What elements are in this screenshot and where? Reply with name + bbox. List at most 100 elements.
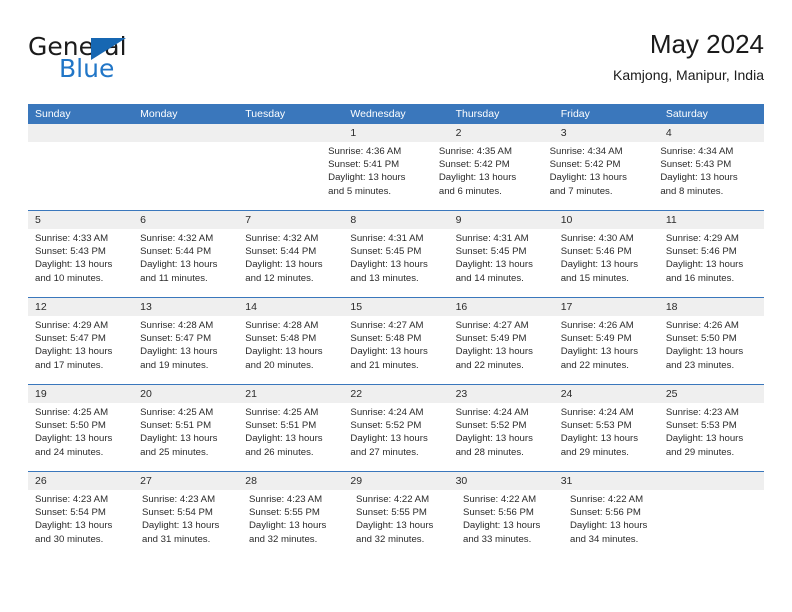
day-number[interactable]: 11 <box>659 211 764 229</box>
day-cell[interactable]: Sunrise: 4:24 AM Sunset: 5:52 PM Daylight:… <box>449 403 554 471</box>
day-number[interactable]: 21 <box>238 385 343 403</box>
day-number[interactable]: 31 <box>554 472 659 490</box>
day-daylight-line2-text: and 26 minutes. <box>245 446 314 458</box>
day-cell[interactable]: Sunrise: 4:27 AM Sunset: 5:48 PM Daylight:… <box>343 316 448 384</box>
day-cell[interactable]: Sunrise: 4:28 AM Sunset: 5:47 PM Daylight:… <box>133 316 238 384</box>
day-sunset-text: Sunset: 5:52 PM <box>350 420 422 432</box>
day-number[interactable]: 12 <box>28 298 133 316</box>
day-number[interactable]: 17 <box>554 298 659 316</box>
day-number[interactable]: 10 <box>554 211 659 229</box>
day-sunset-text: Sunset: 5:55 PM <box>356 507 427 519</box>
day-number[interactable]: 7 <box>238 211 343 229</box>
day-sunrise-text: Sunrise: 4:26 AM <box>665 320 739 331</box>
day-cell[interactable]: Sunrise: 4:22 AM Sunset: 5:55 PM Daylight:… <box>349 490 456 558</box>
day-cell[interactable]: Sunrise: 4:33 AM Sunset: 5:43 PM Daylight:… <box>28 229 133 297</box>
day-daylight-line2-text: and 11 minutes. <box>140 272 208 284</box>
day-number[interactable]: 22 <box>343 385 448 403</box>
day-number[interactable]: 27 <box>133 472 238 490</box>
day-number[interactable]: 13 <box>133 298 238 316</box>
day-number[interactable]: 23 <box>449 385 554 403</box>
day-daylight-line2-text: and 23 minutes. <box>665 359 735 371</box>
day-cell[interactable]: Sunrise: 4:24 AM Sunset: 5:53 PM Daylight:… <box>554 403 659 471</box>
day-sunrise-text: Sunrise: 4:24 AM <box>560 407 634 418</box>
day-sunset-text: Sunset: 5:43 PM <box>35 246 106 258</box>
day-cell[interactable]: Sunrise: 4:23 AM Sunset: 5:53 PM Daylight:… <box>659 403 764 471</box>
day-sunset-text: Sunset: 5:47 PM <box>140 333 212 345</box>
day-number[interactable]: 9 <box>449 211 554 229</box>
day-cell[interactable]: Sunrise: 4:30 AM Sunset: 5:46 PM Daylight:… <box>554 229 659 297</box>
general-blue-logo[interactable]: General Blue <box>28 34 228 90</box>
day-cell[interactable]: Sunrise: 4:26 AM Sunset: 5:49 PM Daylight:… <box>554 316 659 384</box>
day-sunset-text: Sunset: 5:48 PM <box>245 333 317 345</box>
day-cell[interactable]: Sunrise: 4:23 AM Sunset: 5:55 PM Daylight:… <box>242 490 349 558</box>
day-cell[interactable]: Sunrise: 4:23 AM Sunset: 5:54 PM Daylight:… <box>28 490 135 558</box>
day-cell[interactable]: Sunrise: 4:29 AM Sunset: 5:47 PM Daylight:… <box>28 316 133 384</box>
week-detail-strip: Sunrise: 4:25 AM Sunset: 5:50 PM Daylight:… <box>28 403 764 471</box>
day-cell-empty <box>126 142 224 210</box>
day-sunrise-text: Sunrise: 4:31 AM <box>350 233 424 244</box>
day-sunset-text: Sunset: 5:54 PM <box>142 507 213 519</box>
day-cell[interactable]: Sunrise: 4:34 AM Sunset: 5:42 PM Daylight:… <box>543 142 654 210</box>
day-sunset-text: Sunset: 5:44 PM <box>140 246 212 258</box>
day-cell[interactable]: Sunrise: 4:22 AM Sunset: 5:56 PM Daylight:… <box>456 490 563 558</box>
day-number[interactable]: 3 <box>554 124 659 142</box>
day-daylight-line1-text: Daylight: 13 hours <box>245 259 323 271</box>
day-number[interactable]: 26 <box>28 472 133 490</box>
day-daylight-line2-text: and 22 minutes. <box>455 359 524 371</box>
day-number[interactable]: 4 <box>659 124 764 142</box>
day-number[interactable]: 2 <box>449 124 554 142</box>
day-sunrise-text: Sunrise: 4:24 AM <box>350 407 424 418</box>
day-number[interactable]: 18 <box>659 298 764 316</box>
day-number[interactable]: 16 <box>449 298 554 316</box>
day-sunset-text: Sunset: 5:47 PM <box>35 333 106 345</box>
day-number[interactable]: 14 <box>238 298 343 316</box>
day-daylight-line2-text: and 17 minutes. <box>35 359 104 371</box>
day-daylight-line1-text: Daylight: 13 hours <box>665 433 744 445</box>
day-number[interactable]: 29 <box>343 472 448 490</box>
day-number-empty <box>28 124 133 142</box>
day-cell[interactable]: Sunrise: 4:36 AM Sunset: 5:41 PM Daylight:… <box>321 142 432 210</box>
day-number[interactable]: 30 <box>449 472 554 490</box>
day-number[interactable]: 5 <box>28 211 133 229</box>
day-cell[interactable]: Sunrise: 4:24 AM Sunset: 5:52 PM Daylight:… <box>343 403 448 471</box>
day-sunset-text: Sunset: 5:51 PM <box>245 420 317 432</box>
day-cell[interactable]: Sunrise: 4:29 AM Sunset: 5:46 PM Daylight:… <box>659 229 764 297</box>
day-number[interactable]: 24 <box>554 385 659 403</box>
day-number[interactable]: 15 <box>343 298 448 316</box>
day-daylight-line1-text: Daylight: 13 hours <box>665 259 744 271</box>
day-number[interactable]: 6 <box>133 211 238 229</box>
day-sunrise-text: Sunrise: 4:32 AM <box>140 233 214 244</box>
week-detail-strip: Sunrise: 4:36 AM Sunset: 5:41 PM Daylight:… <box>28 142 764 210</box>
day-cell[interactable]: Sunrise: 4:31 AM Sunset: 5:45 PM Daylight:… <box>449 229 554 297</box>
day-cell[interactable]: Sunrise: 4:34 AM Sunset: 5:43 PM Daylight:… <box>653 142 764 210</box>
day-sunrise-text: Sunrise: 4:27 AM <box>350 320 424 331</box>
day-daylight-line1-text: Daylight: 13 hours <box>35 520 113 532</box>
day-number[interactable]: 25 <box>659 385 764 403</box>
day-cell[interactable]: Sunrise: 4:23 AM Sunset: 5:54 PM Daylight:… <box>135 490 242 558</box>
day-cell[interactable]: Sunrise: 4:25 AM Sunset: 5:51 PM Daylight:… <box>238 403 343 471</box>
day-cell[interactable]: Sunrise: 4:31 AM Sunset: 5:45 PM Daylight:… <box>343 229 448 297</box>
day-cell[interactable]: Sunrise: 4:26 AM Sunset: 5:50 PM Daylight:… <box>659 316 764 384</box>
weekday-header-row: Sunday Monday Tuesday Wednesday Thursday Frid… <box>28 104 764 124</box>
day-number[interactable]: 28 <box>238 472 343 490</box>
day-cell[interactable]: Sunrise: 4:32 AM Sunset: 5:44 PM Daylight:… <box>238 229 343 297</box>
day-daylight-line2-text: and 14 minutes. <box>455 272 524 284</box>
day-cell[interactable]: Sunrise: 4:27 AM Sunset: 5:49 PM Daylight:… <box>449 316 554 384</box>
day-daylight-line1-text: Daylight: 13 hours <box>35 259 113 271</box>
day-cell[interactable]: Sunrise: 4:28 AM Sunset: 5:48 PM Daylight:… <box>238 316 343 384</box>
day-cell[interactable]: Sunrise: 4:35 AM Sunset: 5:42 PM Daylight:… <box>432 142 543 210</box>
week-detail-strip: Sunrise: 4:29 AM Sunset: 5:47 PM Daylight:… <box>28 316 764 384</box>
day-sunset-text: Sunset: 5:42 PM <box>438 159 510 171</box>
day-cell[interactable]: Sunrise: 4:25 AM Sunset: 5:50 PM Daylight:… <box>28 403 133 471</box>
calendar-week-row: 5 6 7 8 9 10 11 Sunrise: 4:33 AM Sunset: 5:43 PM… <box>28 210 764 297</box>
page-header: General Blue May 2024 Kamjong, Manipur, … <box>28 28 764 96</box>
day-number[interactable]: 19 <box>28 385 133 403</box>
day-cell[interactable]: Sunrise: 4:32 AM Sunset: 5:44 PM Daylight:… <box>133 229 238 297</box>
day-cell[interactable]: Sunrise: 4:22 AM Sunset: 5:56 PM Daylight:… <box>563 490 670 558</box>
day-sunset-text: Sunset: 5:56 PM <box>570 507 641 519</box>
day-cell[interactable]: Sunrise: 4:25 AM Sunset: 5:51 PM Daylight:… <box>133 403 238 471</box>
day-daylight-line1-text: Daylight: 13 hours <box>350 346 428 358</box>
day-number[interactable]: 20 <box>133 385 238 403</box>
day-number[interactable]: 1 <box>343 124 448 142</box>
day-number[interactable]: 8 <box>343 211 448 229</box>
